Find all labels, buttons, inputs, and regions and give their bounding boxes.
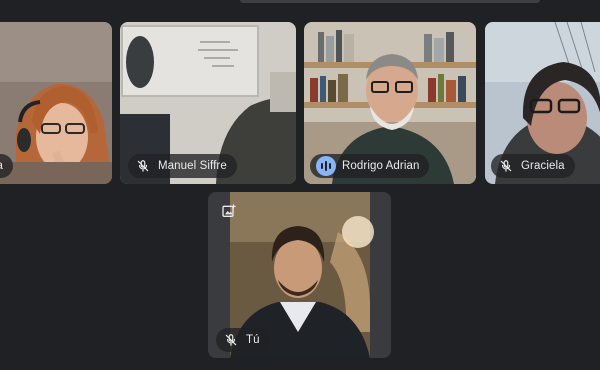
participant-video-1 <box>0 22 112 184</box>
participant-name: Rodrigo Adrian <box>342 160 420 172</box>
participant-name-chip: Graciela <box>491 154 575 178</box>
mic-muted-icon <box>222 331 240 349</box>
mic-muted-icon <box>134 157 152 175</box>
participant-name: Manuel Siffre <box>158 160 227 172</box>
participant-name: Tú <box>246 334 260 346</box>
participant-name-chip: Manuel Siffre <box>128 154 237 178</box>
participant-tile-2[interactable]: Manuel Siffre <box>120 22 296 184</box>
participant-name-chip: Tú <box>216 328 270 352</box>
participant-name: Graciela <box>521 160 565 172</box>
meeting-stage: na Manuel Siffre <box>0 0 600 370</box>
speaking-indicator-icon <box>316 156 336 176</box>
participant-name: na <box>0 160 3 172</box>
participant-tile-4[interactable]: Graciela <box>485 22 600 184</box>
participant-tile-3[interactable]: Rodrigo Adrian <box>304 22 476 184</box>
visual-effects-icon[interactable] <box>220 202 238 220</box>
self-view-tile[interactable]: Tú <box>208 192 391 358</box>
mic-muted-icon <box>497 157 515 175</box>
participant-name-chip: Rodrigo Adrian <box>310 154 430 178</box>
top-bar-edge <box>240 0 540 3</box>
participant-tile-1[interactable]: na <box>0 22 112 184</box>
